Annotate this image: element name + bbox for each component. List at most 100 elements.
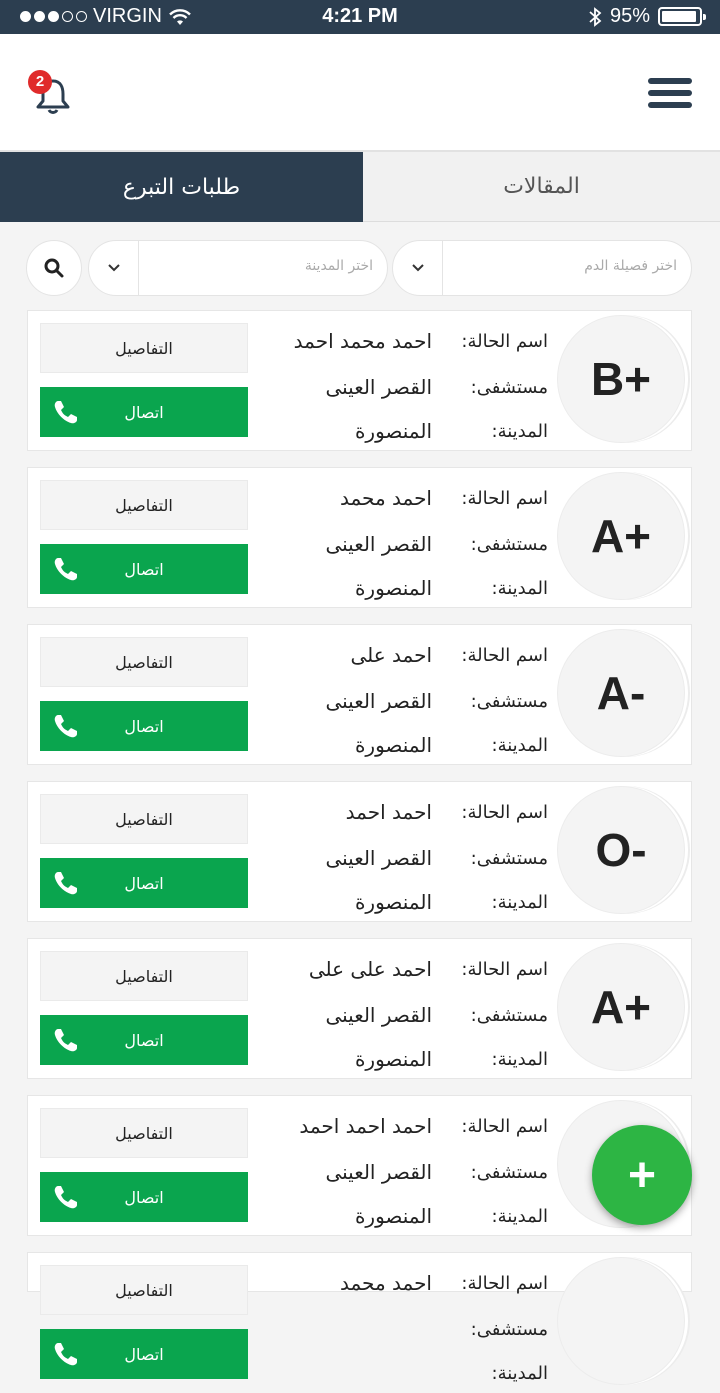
battery-icon [658,7,706,26]
hospital-name: القصر العينى [325,1003,432,1027]
city-label: المدينة: [491,1362,549,1384]
city-name: المنصورة [354,576,432,600]
add-request-button[interactable]: + [592,1125,692,1225]
patient-name: احمد على على [308,957,432,981]
details-button[interactable]: التفاصيل [40,480,248,530]
hospital-name: القصر العينى [325,1160,432,1184]
phone-icon [54,1186,77,1209]
phone-icon [54,715,77,738]
city-label: المدينة: [491,1205,549,1227]
hospital-label: مستشفى: [470,376,548,398]
city-label: المدينة: [491,734,549,756]
blood-type-badge: B+ [557,315,685,443]
patient-name: احمد احمد [345,800,432,824]
city-label: المدينة: [491,1048,549,1070]
phone-icon [54,558,77,581]
chevron-down-icon [393,241,443,295]
request-info: اسم الحالة: احمد محمد مستشفى: القصر العينى… [258,474,548,604]
hospital-name: القصر العينى [325,846,432,870]
filter-bar: اختر المدينة اختر فصيلة الدم [26,240,694,296]
details-button[interactable]: التفاصيل [40,951,248,1001]
blood-type-badge [557,1257,685,1385]
patient-name: احمد محمد احمد [293,329,432,353]
hospital-label: مستشفى: [470,1004,548,1026]
battery-group: 95% [588,5,706,28]
hospital-name: القصر العينى [325,689,432,713]
status-bar: VIRGIN 4:21 PM 95% [0,0,720,34]
patient-name-label: اسم الحالة: [461,330,548,352]
call-button[interactable]: اتصال [40,858,248,908]
app-header: 2 [0,34,720,152]
blood-type-badge: A+ [557,472,685,600]
call-button[interactable]: اتصال [40,387,248,437]
details-button[interactable]: التفاصيل [40,1108,248,1158]
phone-icon [54,1343,77,1366]
details-button[interactable]: التفاصيل [40,323,248,373]
request-card: التفاصيل اتصال اسم الحالة: احمد محمد مستش… [27,467,692,608]
call-label: اتصال [124,559,164,579]
call-label: اتصال [124,1344,164,1364]
tab-donation-requests[interactable]: طلبات التبرع [0,152,363,222]
bluetooth-icon [589,6,602,27]
patient-name-label: اسم الحالة: [461,801,548,823]
tab-bar: طلبات التبرع المقالات [0,152,720,222]
tab-articles[interactable]: المقالات [363,152,720,222]
details-button[interactable]: التفاصيل [40,794,248,844]
phone-icon [54,1029,77,1052]
call-label: اتصال [124,402,164,422]
call-button[interactable]: اتصال [40,1015,248,1065]
battery-percent: 95% [609,5,650,27]
hospital-label: مستشفى: [470,847,548,869]
patient-name: احمد على [350,643,432,667]
request-info: اسم الحالة: احمد احمد احمد مستشفى: القصر ا… [258,1102,548,1232]
request-info: اسم الحالة: احمد محمد احمد مستشفى: القصر ا… [258,317,548,447]
request-card: التفاصيل اتصال اسم الحالة: احمد محمد مستش… [27,1252,692,1385]
hospital-label: مستشفى: [470,690,548,712]
city-label: المدينة: [491,420,549,442]
city-label: المدينة: [491,577,549,599]
hospital-label: مستشفى: [470,1161,548,1183]
patient-name: احمد محمد [339,1271,432,1295]
hospital-label: مستشفى: [470,1318,548,1340]
city-name: المنصورة [354,419,432,443]
request-card: التفاصيل اتصال اسم الحالة: احمد احمد مستش… [27,781,692,922]
hospital-label: مستشفى: [470,533,548,555]
request-card: التفاصيل اتصال اسم الحالة: احمد محمد احمد… [27,310,692,451]
search-button[interactable] [26,240,82,296]
city-name: المنصورة [354,733,432,757]
phone-icon [54,872,77,895]
hamburger-menu-icon[interactable] [648,78,692,112]
notification-badge: 2 [28,70,52,94]
patient-name: احمد محمد [339,486,432,510]
patient-name-label: اسم الحالة: [461,958,548,980]
phone-icon [54,401,77,424]
city-label: المدينة: [491,891,549,913]
patient-name-label: اسم الحالة: [461,1272,548,1294]
city-name: المنصورة [354,1047,432,1071]
search-icon [44,258,64,278]
notifications-button[interactable]: 2 [28,70,76,118]
details-button[interactable]: التفاصيل [40,637,248,687]
request-card: التفاصيل اتصال اسم الحالة: احمد على مستشف… [27,624,692,765]
call-button[interactable]: اتصال [40,701,248,751]
request-info: اسم الحالة: احمد محمد مستشفى: المدينة: [258,1259,548,1389]
hospital-name: القصر العينى [325,532,432,556]
blood-type-select[interactable]: اختر فصيلة الدم [392,240,692,296]
blood-type-placeholder: اختر فصيلة الدم [584,258,677,274]
patient-name-label: اسم الحالة: [461,487,548,509]
blood-type-badge: A+ [557,943,685,1071]
details-button[interactable]: التفاصيل [40,1265,248,1315]
call-button[interactable]: اتصال [40,1172,248,1222]
city-select-placeholder: اختر المدينة [304,258,373,274]
city-name: المنصورة [354,1204,432,1228]
hospital-name: القصر العينى [325,375,432,399]
chevron-down-icon [89,241,139,295]
patient-name: احمد احمد احمد [299,1114,432,1138]
call-label: اتصال [124,1187,164,1207]
call-button[interactable]: اتصال [40,544,248,594]
call-button[interactable]: اتصال [40,1329,248,1379]
call-label: اتصال [124,716,164,736]
city-select[interactable]: اختر المدينة [88,240,388,296]
request-info: اسم الحالة: احمد على على مستشفى: القصر الع… [258,945,548,1075]
city-name: المنصورة [354,890,432,914]
